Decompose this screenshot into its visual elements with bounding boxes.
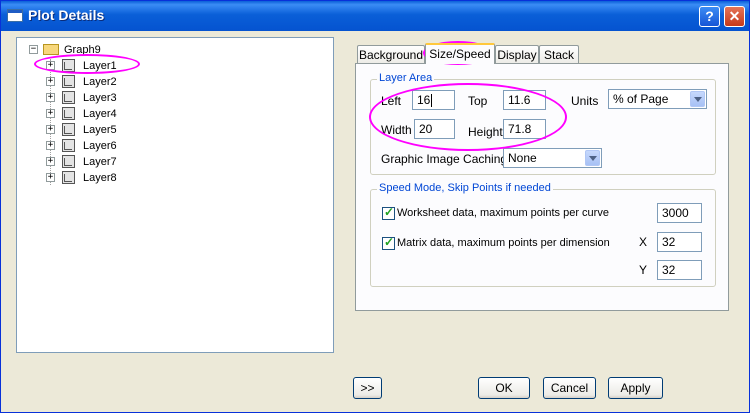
window-title: Plot Details	[28, 7, 105, 23]
caching-label: Graphic Image Caching	[381, 152, 508, 166]
tree-layer-label: Layer2	[83, 76, 117, 88]
caching-select[interactable]: None	[503, 148, 602, 168]
matrix-y-input[interactable]: 32	[657, 260, 702, 280]
expand-icon[interactable]: +	[46, 93, 55, 102]
apply-button[interactable]: Apply	[608, 377, 663, 399]
tree-item-layer7[interactable]: + Layer7	[46, 154, 166, 170]
tree-item-layer1[interactable]: + Layer1	[46, 58, 166, 74]
matrix-checkbox[interactable]	[382, 235, 395, 250]
layer-icon	[62, 75, 75, 88]
worksheet-label: Worksheet data, maximum points per curve	[397, 207, 609, 219]
help-button[interactable]: ?	[699, 6, 720, 27]
tree-item-layer6[interactable]: + Layer6	[46, 138, 166, 154]
tree-item-layer4[interactable]: + Layer4	[46, 106, 166, 122]
height-input[interactable]: 71.8	[503, 119, 546, 139]
tree-layer-label: Layer1	[83, 60, 117, 72]
layer-icon	[62, 107, 75, 120]
title-bar[interactable]: Plot Details ? ✕	[1, 1, 749, 31]
tree-layer-label: Layer4	[83, 108, 117, 120]
expand-icon[interactable]: +	[46, 61, 55, 70]
chevron-down-icon[interactable]	[690, 91, 705, 107]
tree-item-layer8[interactable]: + Layer8	[46, 170, 166, 186]
text-caret	[431, 94, 433, 108]
layer-icon	[62, 91, 75, 104]
x-label: X	[639, 235, 648, 249]
caching-value: None	[508, 151, 537, 165]
layer-icon	[62, 59, 75, 72]
layer-icon	[62, 123, 75, 136]
tree-item-graph9[interactable]: − Graph9	[27, 42, 127, 58]
layer-area-title: Layer Area	[377, 72, 435, 84]
y-label: Y	[639, 263, 648, 277]
tab-stack[interactable]: Stack	[539, 45, 579, 64]
close-button[interactable]: ✕	[724, 6, 745, 27]
expand-icon[interactable]: +	[46, 125, 55, 134]
expand-button[interactable]: >>	[353, 377, 382, 399]
collapse-icon[interactable]: −	[29, 45, 38, 54]
left-input[interactable]: 16	[412, 90, 455, 110]
left-label: Left	[381, 94, 402, 108]
expand-icon[interactable]: +	[46, 77, 55, 86]
expand-icon[interactable]: +	[46, 141, 55, 150]
ok-button[interactable]: OK	[478, 377, 530, 399]
folder-icon	[43, 44, 59, 55]
tree-layer-label: Layer3	[83, 92, 117, 104]
layer-tree[interactable]: − Graph9 + Layer1 + Layer2 + Layer3 + La…	[16, 37, 334, 353]
worksheet-points-input[interactable]: 3000	[657, 203, 702, 223]
height-label: Height	[468, 125, 503, 139]
units-select[interactable]: % of Page	[608, 89, 707, 109]
left-value: 16	[417, 93, 431, 107]
units-value: % of Page	[613, 92, 669, 106]
speed-mode-title: Speed Mode, Skip Points if needed	[377, 182, 553, 194]
tree-item-layer5[interactable]: + Layer5	[46, 122, 166, 138]
plot-details-dialog: Plot Details ? ✕ − Graph9 + Layer1 + Lay…	[0, 0, 750, 413]
top-label: Top	[468, 94, 488, 108]
tab-background[interactable]: Background	[357, 45, 425, 64]
layer-icon	[62, 139, 75, 152]
units-label: Units	[571, 94, 599, 108]
tree-root-label: Graph9	[64, 44, 101, 56]
layer-icon	[62, 171, 75, 184]
tree-layer-label: Layer7	[83, 156, 117, 168]
tree-layer-label: Layer6	[83, 140, 117, 152]
chevron-down-icon[interactable]	[585, 150, 600, 166]
width-label: Width	[381, 123, 412, 137]
matrix-x-input[interactable]: 32	[657, 232, 702, 252]
cancel-button[interactable]: Cancel	[543, 377, 596, 399]
tree-layer-label: Layer5	[83, 124, 117, 136]
expand-icon[interactable]: +	[46, 109, 55, 118]
tree-layer-label: Layer8	[83, 172, 117, 184]
width-input[interactable]: 20	[414, 119, 455, 139]
tab-display[interactable]: Display	[495, 45, 539, 64]
top-input[interactable]: 11.6	[503, 90, 546, 110]
window-icon	[7, 9, 23, 22]
expand-icon[interactable]: +	[46, 157, 55, 166]
layer-icon	[62, 155, 75, 168]
matrix-label: Matrix data, maximum points per dimensio…	[397, 237, 610, 249]
tab-size-speed[interactable]: Size/Speed	[425, 43, 495, 64]
expand-icon[interactable]: +	[46, 173, 55, 182]
tree-item-layer2[interactable]: + Layer2	[46, 74, 166, 90]
worksheet-checkbox[interactable]	[382, 205, 395, 220]
tree-item-layer3[interactable]: + Layer3	[46, 90, 166, 106]
